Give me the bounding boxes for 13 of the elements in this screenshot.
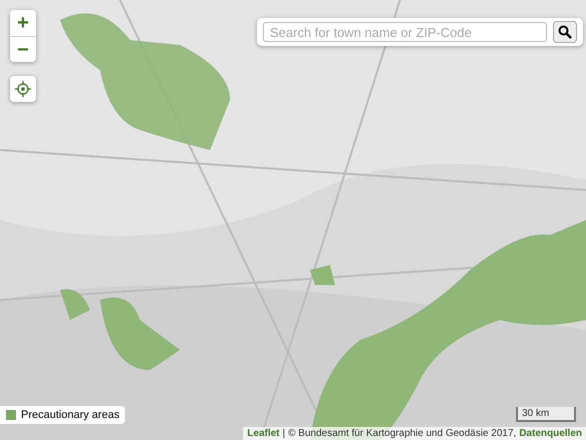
- search-icon: [558, 25, 572, 39]
- locate-button[interactable]: [10, 76, 36, 102]
- search-button[interactable]: [553, 21, 577, 43]
- legend-label: Precautionary areas: [21, 409, 120, 421]
- scale-bar: 30 km: [516, 407, 576, 422]
- search-field[interactable]: Search for town name or ZIP-Code: [263, 22, 547, 42]
- crosshair-icon: [15, 81, 31, 97]
- data-sources-link[interactable]: Datenquellen: [519, 428, 582, 439]
- leaflet-link[interactable]: Leaflet: [247, 428, 280, 439]
- separator: |: [282, 428, 286, 439]
- zoom-in-button[interactable]: +: [10, 10, 36, 36]
- attribution-text: © Bundesamt für Kartographie und Geodäsie 2017,: [288, 428, 516, 439]
- zoom-out-button[interactable]: −: [10, 36, 36, 62]
